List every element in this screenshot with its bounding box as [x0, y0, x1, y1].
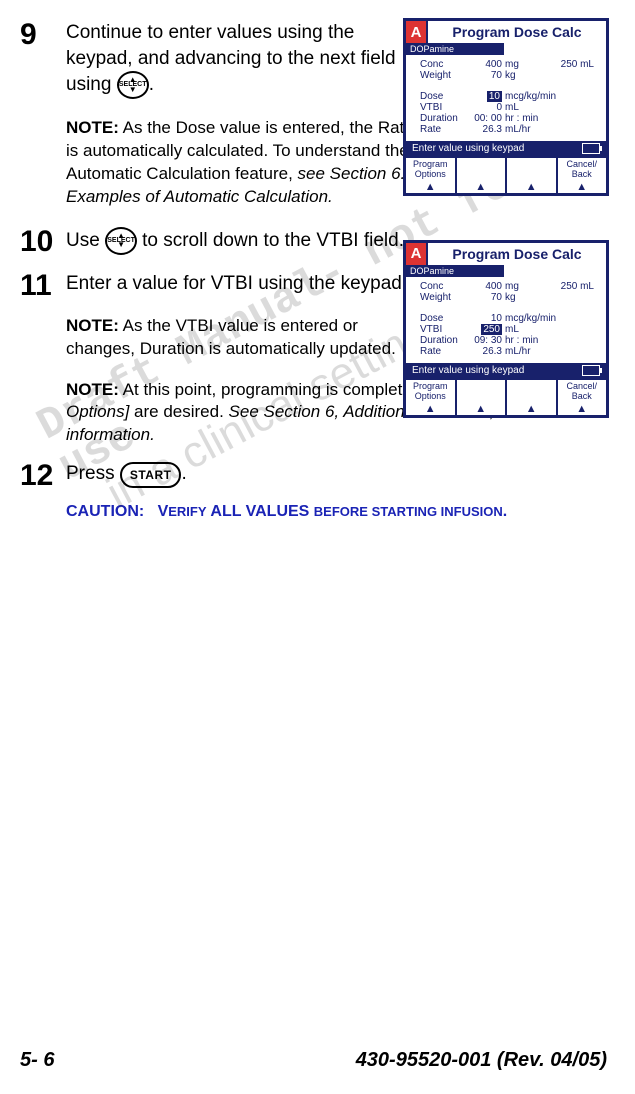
step-11-note2c: are desired.	[129, 402, 228, 421]
note-label: NOTE:	[66, 316, 119, 335]
device-screen-2: A Program Dose Calc DOPamine Conc400mg25…	[403, 240, 609, 418]
battery-icon	[582, 143, 600, 154]
page-footer: 5- 6 430-95520-001 (Rev. 04/05)	[20, 1049, 607, 1072]
step-10-text-b: to scroll down to the VTBI field.	[142, 230, 404, 251]
prompt-text: Enter value using keypad	[412, 365, 524, 376]
step-12-text-b: .	[181, 463, 186, 484]
softkey-2[interactable]: ▲	[457, 380, 508, 415]
step-9-text-b: .	[149, 74, 154, 95]
start-icon: START	[120, 462, 182, 488]
select-icon: ▲ SELECT ▼	[105, 227, 137, 255]
doc-revision: 430-95520-001 (Rev. 04/05)	[356, 1049, 607, 1072]
battery-icon	[582, 365, 600, 376]
screen-title: Program Dose Calc	[428, 243, 606, 265]
softkey-3[interactable]: ▲	[507, 380, 558, 415]
step-10-text-a: Use	[66, 230, 105, 251]
channel-letter: A	[406, 21, 428, 43]
softkey-2[interactable]: ▲	[457, 158, 508, 193]
step-9-text-a: Continue to enter values using the keypa…	[66, 22, 396, 95]
drug-name: DOPamine	[406, 265, 504, 277]
softkey-cancel-back[interactable]: Cancel/Back▲	[558, 158, 607, 193]
page-number: 5- 6	[20, 1049, 54, 1072]
prompt-text: Enter value using keypad	[412, 143, 524, 154]
softkey-row: ProgramOptions▲ ▲ ▲ Cancel/Back▲	[406, 378, 606, 415]
step-number: 10	[20, 227, 66, 257]
note-label: NOTE:	[66, 118, 119, 137]
screen-title: Program Dose Calc	[428, 21, 606, 43]
caution-label: CAUTION:	[66, 503, 144, 520]
step-number: 12	[20, 461, 66, 491]
softkey-3[interactable]: ▲	[507, 158, 558, 193]
drug-name: DOPamine	[406, 43, 504, 55]
step-number: 11	[20, 271, 66, 301]
device-screen-1: A Program Dose Calc DOPamine Conc400mg25…	[403, 18, 609, 196]
step-11-text: Enter a value for VTBI using the keypad.	[66, 271, 426, 297]
caution-line: CAUTION: VERIFY ALL VALUES BEFORE STARTI…	[66, 503, 607, 521]
softkey-cancel-back[interactable]: Cancel/Back▲	[558, 380, 607, 415]
step-12: 12 Press START.	[20, 461, 607, 491]
step-12-text-a: Press	[66, 463, 120, 484]
step-number: 9	[20, 20, 66, 50]
channel-letter: A	[406, 243, 428, 265]
softkey-program-options[interactable]: ProgramOptions▲	[406, 158, 457, 193]
note-label: NOTE:	[66, 380, 119, 399]
select-icon: ▲ SELECT ▼	[117, 71, 149, 99]
softkey-row: ProgramOptions▲ ▲ ▲ Cancel/Back▲	[406, 156, 606, 193]
softkey-program-options[interactable]: ProgramOptions▲	[406, 380, 457, 415]
